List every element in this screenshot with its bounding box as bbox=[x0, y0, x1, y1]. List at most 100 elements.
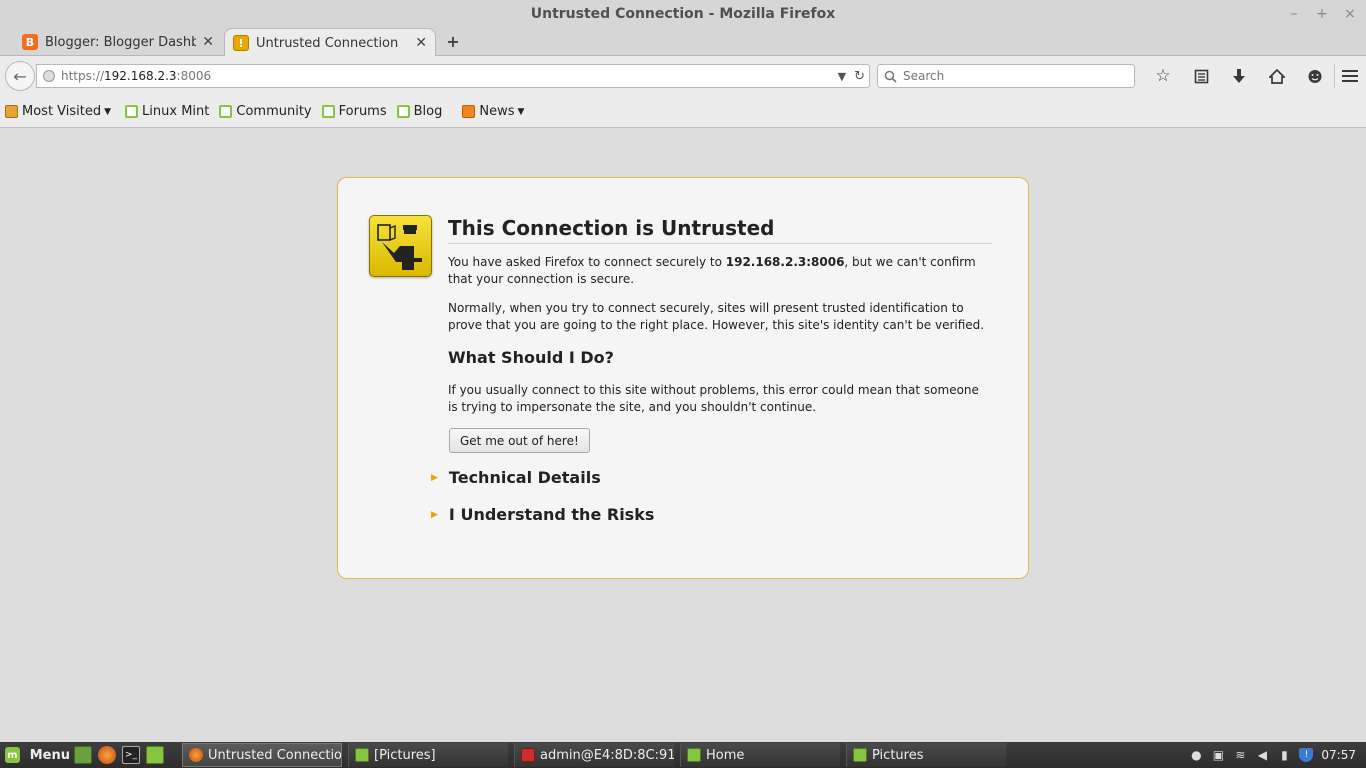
toolbar-buttons: ☆ bbox=[1144, 64, 1334, 88]
tab-label: Untrusted Connection bbox=[256, 35, 399, 51]
task-label: Pictures bbox=[872, 747, 924, 763]
tab-label: Blogger: Blogger Dashbo... bbox=[45, 34, 197, 50]
task-home[interactable]: Home bbox=[680, 743, 840, 767]
folder-icon bbox=[687, 748, 701, 762]
dropdown-icon[interactable]: ▼ bbox=[838, 70, 846, 83]
clipboard-icon[interactable]: ▣ bbox=[1211, 748, 1225, 762]
bookmark-forums[interactable]: Forums bbox=[321, 104, 387, 119]
bookmark-linux-mint[interactable]: Linux Mint bbox=[125, 104, 209, 119]
system-tray: ● ▣ ≋ ◀ ▮ ! 07:57 bbox=[1189, 742, 1366, 768]
close-icon[interactable]: × bbox=[1344, 7, 1356, 21]
bookmark-community[interactable]: Community bbox=[219, 104, 312, 119]
task-label: Untrusted Connectio... bbox=[208, 747, 342, 763]
task-firefox[interactable]: Untrusted Connectio... bbox=[182, 743, 342, 767]
search-icon bbox=[884, 70, 897, 83]
task-admin-terminal[interactable]: admin@E4:8D:8C:91.... bbox=[514, 743, 674, 767]
bookmark-blog[interactable]: Blog bbox=[396, 104, 443, 119]
back-button[interactable]: ← bbox=[5, 61, 35, 91]
bookmark-label: News bbox=[479, 104, 515, 119]
error-page-container: This Connection is Untrusted You have as… bbox=[337, 177, 1029, 579]
task-label: Home bbox=[706, 747, 745, 763]
task-label: [Pictures] bbox=[374, 747, 436, 763]
window-title: Untrusted Connection - Mozilla Firefox bbox=[530, 6, 836, 22]
new-tab-icon[interactable]: + bbox=[444, 28, 462, 56]
wifi-icon[interactable]: ≋ bbox=[1233, 748, 1247, 762]
bookmark-label: Forums bbox=[338, 104, 387, 119]
firefox-icon[interactable] bbox=[98, 746, 116, 764]
update-shield-icon[interactable]: ! bbox=[1299, 748, 1314, 762]
task-pictures[interactable]: Pictures bbox=[846, 743, 1006, 767]
bookmark-most-visited[interactable]: Most Visited ▼ bbox=[5, 104, 111, 119]
home-icon[interactable] bbox=[1258, 64, 1296, 88]
task-label: admin@E4:8D:8C:91.... bbox=[540, 747, 674, 763]
understand-risks-label: I Understand the Risks bbox=[448, 505, 655, 524]
search-input[interactable] bbox=[903, 69, 1123, 83]
url-host: 192.168.2.3 bbox=[104, 69, 177, 83]
globe-icon[interactable] bbox=[43, 70, 55, 82]
mint-icon bbox=[125, 105, 139, 118]
hamburger-icon bbox=[1342, 70, 1358, 82]
url-scheme: https:// bbox=[61, 69, 105, 83]
url-bar-controls: ▼ ↻ bbox=[838, 65, 865, 87]
folder-icon[interactable] bbox=[146, 746, 164, 764]
maximize-icon[interactable]: + bbox=[1316, 7, 1328, 21]
tab-blogger[interactable]: B Blogger: Blogger Dashbo... ✕ bbox=[14, 28, 222, 56]
page-title: This Connection is Untrusted bbox=[448, 216, 992, 244]
tab-close-icon[interactable]: ✕ bbox=[415, 35, 427, 51]
search-bar[interactable] bbox=[877, 64, 1135, 88]
window-titlebar: Untrusted Connection - Mozilla Firefox –… bbox=[0, 0, 1366, 28]
bookmark-news[interactable]: News ▼ bbox=[462, 104, 524, 119]
rss-icon bbox=[462, 105, 476, 118]
intro-text-start: You have asked Firefox to connect secure… bbox=[448, 255, 726, 269]
folder-icon bbox=[853, 748, 867, 762]
chevron-down-icon: ▼ bbox=[517, 106, 525, 117]
clock[interactable]: 07:57 bbox=[1321, 748, 1356, 762]
technical-details-label: Technical Details bbox=[448, 468, 601, 487]
blogger-icon: B bbox=[22, 34, 38, 50]
volume-icon[interactable]: ◀ bbox=[1255, 748, 1269, 762]
reload-icon[interactable]: ↻ bbox=[854, 69, 865, 84]
minimize-icon[interactable]: – bbox=[1288, 7, 1300, 21]
intro-host: 192.168.2.3:8006 bbox=[725, 255, 845, 269]
technical-details-expander[interactable]: ▶ Technical Details bbox=[431, 468, 601, 487]
download-icon[interactable] bbox=[1220, 64, 1258, 88]
battery-icon[interactable]: ▮ bbox=[1277, 748, 1291, 762]
security-officer-icon bbox=[369, 215, 432, 277]
mint-icon bbox=[219, 105, 233, 118]
chevron-down-icon: ▼ bbox=[104, 106, 112, 117]
bookmark-label: Community bbox=[236, 104, 312, 119]
hamburger-menu-button[interactable] bbox=[1334, 64, 1358, 88]
window-controls: – + × bbox=[1288, 0, 1356, 28]
url-bar[interactable]: https://192.168.2.3:8006 ▼ ↻ bbox=[36, 64, 870, 88]
get-me-out-button[interactable]: Get me out of here! bbox=[449, 428, 590, 453]
bookmark-label: Linux Mint bbox=[142, 104, 210, 119]
bookmark-star-icon[interactable]: ☆ bbox=[1144, 64, 1182, 88]
understand-risks-expander[interactable]: ▶ I Understand the Risks bbox=[431, 505, 654, 524]
bookmark-label: Most Visited bbox=[22, 104, 102, 119]
tab-strip: B Blogger: Blogger Dashbo... ✕ ! Untrust… bbox=[0, 28, 1366, 57]
mint-logo-icon: m bbox=[5, 747, 20, 763]
bookmarks-list-icon[interactable] bbox=[1182, 64, 1220, 88]
page-content: This Connection is Untrusted You have as… bbox=[0, 129, 1366, 742]
menu-label: Menu bbox=[29, 747, 70, 763]
tab-close-icon[interactable]: ✕ bbox=[202, 34, 214, 50]
taskbar: m Menu >_ Untrusted Connectio... [Pictur… bbox=[0, 742, 1366, 768]
user-icon[interactable]: ● bbox=[1189, 748, 1203, 762]
show-desktop-icon[interactable] bbox=[74, 746, 92, 764]
advice-text: If you usually connect to this site with… bbox=[448, 383, 979, 414]
navigation-toolbar: ← https://192.168.2.3:8006 ▼ ↻ ☆ bbox=[0, 56, 1366, 96]
bookmark-label: Blog bbox=[413, 104, 443, 119]
tab-untrusted-connection[interactable]: ! Untrusted Connection ✕ bbox=[224, 28, 436, 57]
start-menu-button[interactable]: m Menu bbox=[0, 747, 70, 763]
chat-icon[interactable] bbox=[1296, 64, 1334, 88]
error-intro-text: You have asked Firefox to connect secure… bbox=[448, 254, 992, 288]
bookmarks-toolbar: Most Visited ▼ Linux Mint Community Foru… bbox=[0, 96, 1366, 128]
what-should-i-do-heading: What Should I Do? bbox=[448, 348, 614, 367]
folder-icon bbox=[355, 748, 369, 762]
mint-icon bbox=[321, 105, 335, 118]
task-pictures-bracket[interactable]: [Pictures] bbox=[348, 743, 508, 767]
terminal-icon bbox=[521, 748, 535, 762]
terminal-icon[interactable]: >_ bbox=[122, 746, 140, 764]
expand-triangle-icon: ▶ bbox=[431, 472, 438, 483]
url-port: :8006 bbox=[176, 69, 212, 83]
